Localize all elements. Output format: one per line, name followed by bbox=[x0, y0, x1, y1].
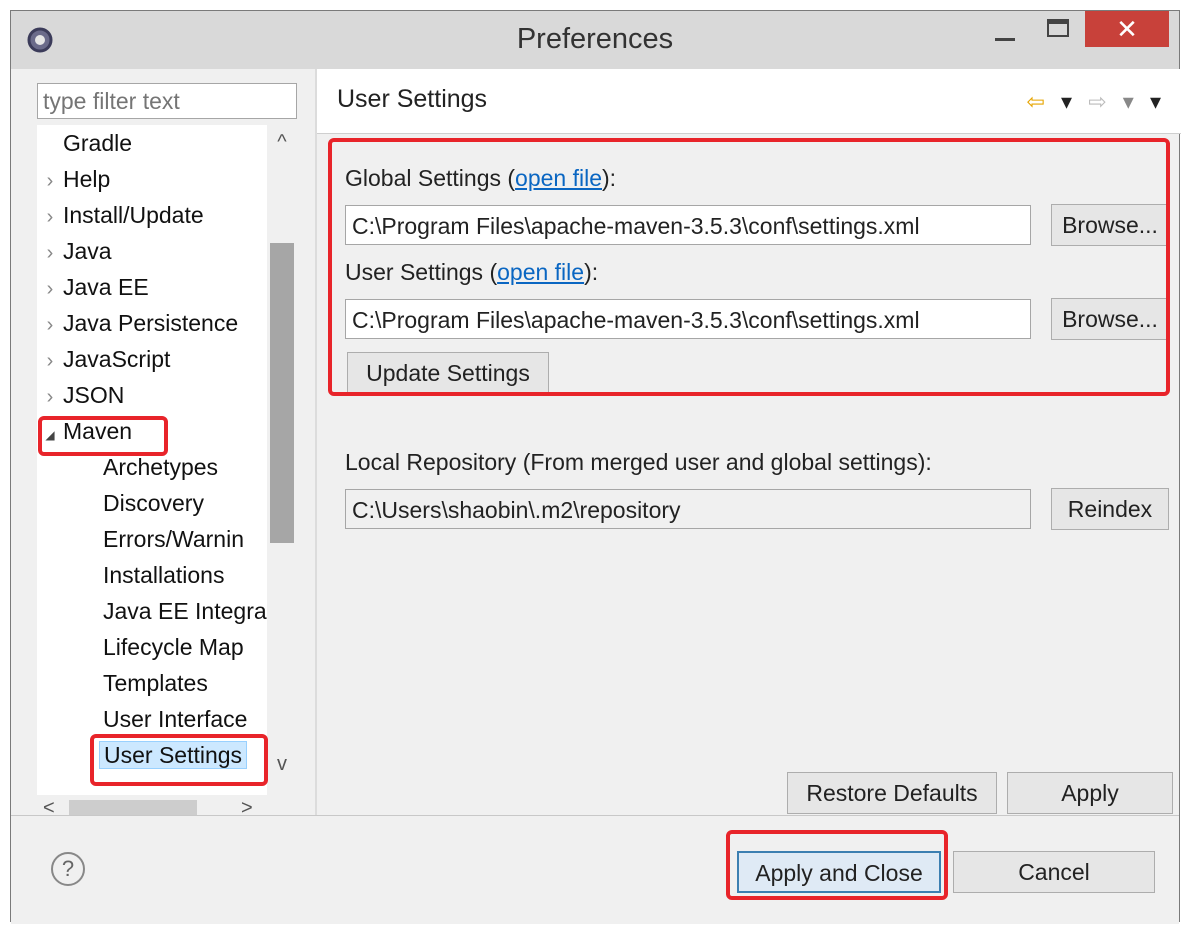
expand-arrow-icon[interactable]: › bbox=[37, 379, 63, 415]
tree-item-label: Installations bbox=[103, 562, 225, 588]
tree-item-javascript[interactable]: › JavaScript bbox=[37, 341, 171, 379]
tree-item-errors-warnings[interactable]: Errors/Warnin bbox=[103, 521, 244, 557]
page-navigation: ⇦ ▾ ⇨ ▾ ▾ bbox=[1016, 89, 1161, 115]
expand-arrow-icon[interactable]: › bbox=[37, 307, 63, 343]
filter-input[interactable] bbox=[37, 83, 297, 119]
label-text: ): bbox=[602, 165, 617, 191]
minimize-icon[interactable] bbox=[985, 11, 1025, 47]
expand-arrow-icon[interactable]: › bbox=[37, 235, 63, 271]
maximize-icon[interactable] bbox=[1037, 11, 1083, 47]
reindex-button[interactable]: Reindex bbox=[1051, 488, 1169, 530]
global-settings-field[interactable]: C:\Program Files\apache-maven-3.5.3\conf… bbox=[345, 205, 1031, 245]
tree-item-json[interactable]: › JSON bbox=[37, 377, 125, 415]
cancel-button[interactable]: Cancel bbox=[953, 851, 1155, 893]
tree-vertical-scrollbar[interactable]: ^ v bbox=[267, 125, 297, 795]
tree-item-label: Lifecycle Map bbox=[103, 634, 244, 660]
tree-item-label: User Settings bbox=[99, 741, 248, 769]
tree-item-label: User Interface bbox=[103, 706, 248, 732]
tree-item-templates[interactable]: Templates bbox=[103, 665, 208, 701]
tree-item-label: JavaScript bbox=[63, 346, 171, 372]
tree-item-label: Templates bbox=[103, 670, 208, 696]
page-title: User Settings bbox=[337, 85, 488, 113]
expand-arrow-icon[interactable]: › bbox=[37, 271, 63, 307]
view-menu-icon[interactable]: ▾ bbox=[1150, 89, 1161, 114]
preference-page: User Settings ⇦ ▾ ⇨ ▾ ▾ Global Settings … bbox=[317, 69, 1181, 815]
update-settings-button[interactable]: Update Settings bbox=[347, 352, 549, 394]
tree-item-label: Java EE bbox=[63, 274, 149, 300]
tree-item-install-update[interactable]: › Install/Update bbox=[37, 197, 204, 233]
preferences-tree: Gradle › Help › Install/Update › Java › Java… bbox=[37, 125, 297, 795]
tree-item-java-ee[interactable]: › Java EE bbox=[37, 269, 149, 305]
help-icon[interactable]: ? bbox=[51, 852, 85, 886]
tree-item-label: Discovery bbox=[103, 490, 204, 516]
apply-and-close-button[interactable]: Apply and Close bbox=[737, 851, 941, 893]
tree-item-user-settings[interactable]: User Settings bbox=[99, 737, 248, 773]
tree-item-label: Install/Update bbox=[63, 202, 204, 228]
preferences-navigation: Gradle ›Help ›Install/Update ›Java ›Java… bbox=[11, 69, 315, 823]
user-settings-label: User Settings (open file): bbox=[345, 259, 598, 286]
local-repository-label: Local Repository (From merged user and g… bbox=[345, 449, 932, 475]
tree-item-label: JSON bbox=[63, 382, 125, 408]
tree-item-label: Java bbox=[63, 238, 112, 264]
tree-item-java-persistence[interactable]: › Java Persistence bbox=[37, 305, 238, 341]
forward-menu-icon[interactable]: ▾ bbox=[1123, 89, 1134, 114]
dialog-footer: ? Apply and Close Cancel bbox=[11, 815, 1179, 924]
tree-item-gradle[interactable]: Gradle bbox=[37, 125, 132, 161]
tree-item-user-interface[interactable]: User Interface bbox=[103, 701, 247, 737]
apply-button[interactable]: Apply bbox=[1007, 772, 1173, 814]
collapse-arrow-icon[interactable]: ◢ bbox=[37, 417, 63, 453]
tree-item-help[interactable]: › Help bbox=[37, 161, 111, 199]
page-header: User Settings ⇦ ▾ ⇨ ▾ ▾ bbox=[317, 69, 1181, 134]
back-arrow-icon[interactable]: ⇦ bbox=[1026, 89, 1044, 114]
local-repository-field: C:\Users\shaobin\.m2\repository bbox=[345, 489, 1031, 529]
tree-item-lifecycle-mappings[interactable]: Lifecycle Map bbox=[103, 629, 244, 665]
expand-arrow-icon[interactable]: › bbox=[37, 343, 63, 379]
scroll-up-icon[interactable]: ^ bbox=[267, 131, 297, 154]
global-open-file-link[interactable]: open file bbox=[515, 165, 602, 191]
label-text: User Settings ( bbox=[345, 259, 498, 285]
back-menu-icon[interactable]: ▾ bbox=[1061, 89, 1072, 114]
tree-item-label: Java Persistence bbox=[63, 310, 239, 336]
tree-item-label: Maven bbox=[63, 418, 133, 444]
preferences-dialog: Preferences ✕ Gradle ›Help ›Install/Upda… bbox=[10, 10, 1181, 924]
tree-item-label: Java EE Integra bbox=[103, 598, 267, 624]
restore-defaults-button[interactable]: Restore Defaults bbox=[787, 772, 997, 814]
global-browse-button[interactable]: Browse... bbox=[1051, 204, 1169, 246]
user-browse-button[interactable]: Browse... bbox=[1051, 298, 1169, 340]
tree-item-archetypes[interactable]: Archetypes bbox=[103, 449, 218, 485]
forward-arrow-icon[interactable]: ⇨ bbox=[1088, 89, 1106, 114]
tree-item-label: Archetypes bbox=[103, 454, 219, 480]
close-icon[interactable]: ✕ bbox=[1085, 11, 1169, 47]
title-bar: Preferences ✕ bbox=[11, 11, 1179, 69]
tree-item-label: Help bbox=[63, 166, 111, 192]
user-settings-field[interactable]: C:\Program Files\apache-maven-3.5.3\conf… bbox=[345, 299, 1031, 339]
scroll-down-icon[interactable]: v bbox=[267, 753, 297, 776]
tree-item-label: Errors/Warnin bbox=[103, 526, 244, 552]
tree-item-installations[interactable]: Installations bbox=[103, 557, 224, 593]
user-open-file-link[interactable]: open file bbox=[497, 259, 584, 285]
tree-item-java-ee-integration[interactable]: Java EE Integra bbox=[103, 593, 267, 629]
tree-item-label: Gradle bbox=[63, 130, 133, 156]
tree-item-discovery[interactable]: Discovery bbox=[103, 485, 204, 521]
label-text: ): bbox=[584, 259, 599, 285]
tree-item-java[interactable]: › Java bbox=[37, 233, 112, 269]
label-text: Global Settings ( bbox=[345, 165, 516, 191]
expand-arrow-icon[interactable]: › bbox=[37, 199, 63, 235]
tree-item-maven[interactable]: ◢ Maven bbox=[37, 413, 132, 449]
expand-arrow-icon[interactable]: › bbox=[37, 163, 63, 199]
scrollbar-thumb[interactable] bbox=[270, 243, 294, 543]
global-settings-label: Global Settings (open file): bbox=[345, 165, 616, 192]
